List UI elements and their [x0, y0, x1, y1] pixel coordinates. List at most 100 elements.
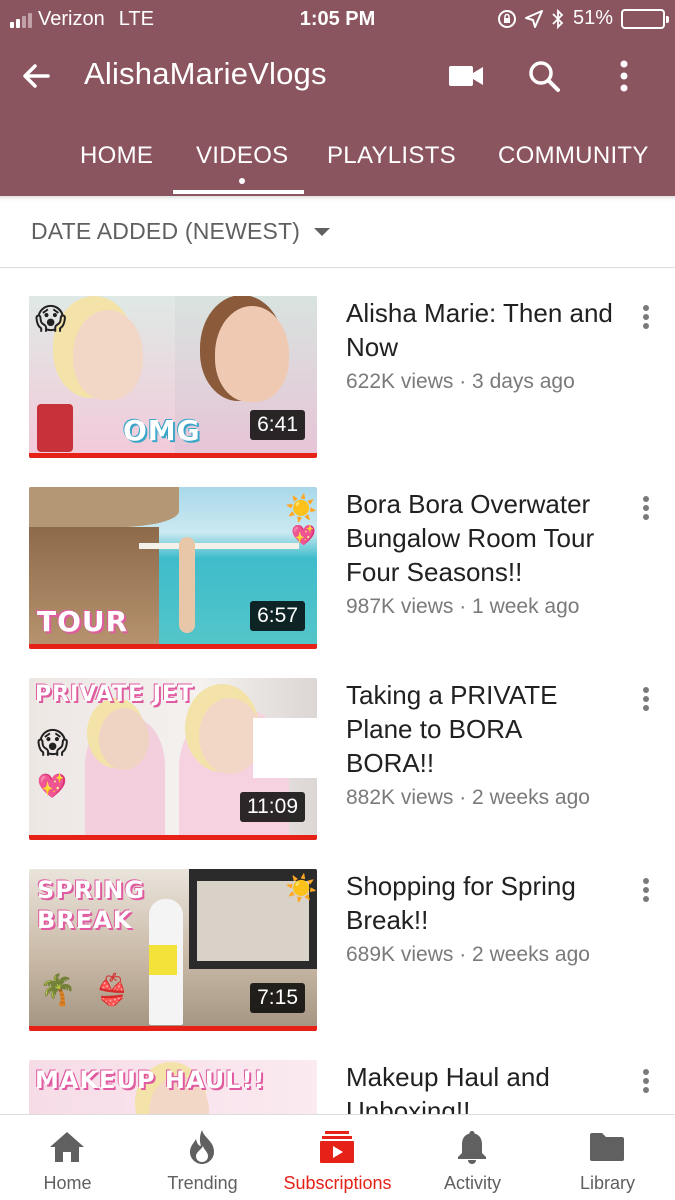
video-duration: 11:09: [240, 792, 305, 822]
status-right: 51%: [497, 7, 669, 30]
nav-home[interactable]: Home: [0, 1115, 135, 1200]
watched-progress-bar: [29, 644, 317, 649]
thumbnail-drink: [37, 404, 73, 452]
video-more-icon[interactable]: [634, 493, 658, 523]
thumbnail-railing: [139, 543, 299, 549]
tab-indicator: [173, 190, 304, 194]
sort-label: DATE ADDED (NEWEST): [31, 218, 301, 244]
sparkle-heart-emoji-icon: 💖: [291, 525, 316, 547]
rotation-lock-icon: [497, 9, 516, 28]
video-duration: 6:41: [250, 410, 305, 440]
subscriptions-icon: [317, 1129, 357, 1165]
shocked-emoji-icon: 😱: [35, 303, 67, 336]
video-item[interactable]: 😱 OMG 6:41 Alisha Marie: Then and Now 62…: [0, 268, 675, 458]
tab-community[interactable]: COMMUNITY: [498, 142, 649, 170]
watched-progress-bar: [29, 1026, 317, 1031]
watched-progress-bar: [29, 835, 317, 840]
thumbnail-thatched-roof: [29, 487, 179, 527]
nav-label: Home: [43, 1173, 92, 1193]
channel-title: AlishaMarieVlogs: [84, 56, 327, 91]
palm-tree-emoji-icon: 🌴: [39, 974, 77, 1007]
tab-playlists[interactable]: PLAYLISTS: [327, 142, 456, 170]
video-title[interactable]: Taking a PRIVATE Plane to BORA BORA!!: [346, 678, 616, 780]
search-icon[interactable]: [524, 56, 564, 96]
video-item[interactable]: ☀️ 💖 TOUR 6:57 Bora Bora Overwater Bunga…: [0, 459, 675, 649]
tab-label: HOME: [80, 142, 154, 169]
status-bar: Verizon LTE 1:05 PM 51%: [0, 0, 675, 38]
bikini-emoji-icon: 👙: [93, 974, 131, 1007]
app-bar: AlishaMarieVlogs: [0, 44, 675, 104]
video-item[interactable]: ☀️ 🌴 👙 SPRING BREAK 7:15 Shopping for Sp…: [0, 841, 675, 1031]
thumbnail-face-right: [215, 306, 289, 402]
thumbnail-overlay-text: OMG: [123, 414, 201, 447]
battery-percent: 51%: [572, 7, 613, 29]
flame-icon: [182, 1129, 222, 1165]
video-title[interactable]: Makeup Haul and Unboxing!!: [346, 1060, 616, 1114]
nav-label: Activity: [443, 1173, 501, 1193]
dropdown-caret-icon: [314, 228, 330, 236]
channel-header: Verizon LTE 1:05 PM 51% AlishaMarieVlogs: [0, 0, 675, 196]
shocked-emoji-icon: 😱: [37, 727, 69, 760]
nav-label: Trending: [167, 1173, 238, 1193]
bottom-navigation: Home Trending Subscriptions Activity Lib…: [0, 1114, 675, 1200]
video-thumbnail[interactable]: MAKEUP HAUL!!: [29, 1060, 317, 1114]
sparkle-heart-emoji-icon: 💖: [37, 773, 67, 800]
video-duration: 7:15: [250, 983, 305, 1013]
thumbnail-overlay-text: SPRING BREAK: [37, 876, 146, 934]
video-thumbnail[interactable]: ☀️ 🌴 👙 SPRING BREAK 7:15: [29, 869, 317, 1031]
thumbnail-overlay-text: MAKEUP HAUL!!: [35, 1066, 266, 1094]
video-list: 😱 OMG 6:41 Alisha Marie: Then and Now 62…: [0, 268, 675, 1114]
thumbnail-face-left: [73, 310, 143, 400]
folder-icon: [587, 1129, 627, 1165]
thumbnail-face-left: [99, 708, 149, 770]
more-vert-icon[interactable]: [604, 56, 644, 96]
video-title[interactable]: Shopping for Spring Break!!: [346, 869, 616, 937]
tab-label: COMMUNITY: [498, 142, 649, 169]
tab-label: PLAYLISTS: [327, 142, 456, 169]
sun-emoji-icon: ☀️: [285, 493, 317, 523]
sort-dropdown[interactable]: DATE ADDED (NEWEST): [0, 196, 675, 268]
thumbnail-person: [179, 537, 195, 633]
video-duration: 6:57: [250, 601, 305, 631]
video-item[interactable]: 😱 💖 PRIVATE JET 11:09 Taking a PRIVATE P…: [0, 650, 675, 840]
video-title[interactable]: Bora Bora Overwater Bungalow Room Tour F…: [346, 487, 616, 589]
video-thumbnail[interactable]: ☀️ 💖 TOUR 6:57: [29, 487, 317, 649]
video-meta: 622K views · 3 days ago: [346, 370, 575, 393]
nav-subscriptions[interactable]: Subscriptions: [270, 1115, 405, 1200]
channel-tabs: HOME VIDEOS PLAYLISTS COMMUNITY: [0, 128, 675, 196]
nav-trending[interactable]: Trending: [135, 1115, 270, 1200]
location-icon: [524, 9, 543, 28]
video-meta: 987K views · 1 week ago: [346, 595, 580, 618]
thumbnail-sign: [253, 718, 317, 778]
nav-label: Library: [579, 1173, 636, 1193]
thumbnail-overlay-text: TOUR: [37, 605, 129, 638]
video-camera-icon[interactable]: [446, 56, 486, 96]
video-more-icon[interactable]: [634, 302, 658, 332]
nav-label: Subscriptions: [283, 1173, 392, 1193]
video-more-icon[interactable]: [634, 684, 658, 714]
active-tab-dot: [239, 178, 246, 184]
battery-icon: [621, 8, 669, 29]
sun-emoji-icon: ☀️: [285, 873, 317, 903]
back-arrow-icon[interactable]: [18, 58, 54, 94]
video-more-icon[interactable]: [634, 875, 658, 905]
thumbnail-face-right: [199, 698, 261, 774]
tab-home[interactable]: HOME: [80, 142, 153, 170]
video-thumbnail[interactable]: 😱 OMG 6:41: [29, 296, 317, 458]
video-title[interactable]: Alisha Marie: Then and Now: [346, 296, 616, 364]
video-thumbnail[interactable]: 😱 💖 PRIVATE JET 11:09: [29, 678, 317, 840]
home-icon: [47, 1129, 87, 1165]
video-item[interactable]: MAKEUP HAUL!! Makeup Haul and Unboxing!!: [0, 1032, 675, 1114]
tab-label: VIDEOS: [196, 142, 289, 169]
video-more-icon[interactable]: [634, 1066, 658, 1096]
nav-activity[interactable]: Activity: [405, 1115, 540, 1200]
nav-library[interactable]: Library: [540, 1115, 675, 1200]
thumbnail-shopping-bag: [149, 945, 177, 975]
bluetooth-icon: [552, 8, 564, 29]
thumbnail-overlay-text: PRIVATE JET: [35, 682, 195, 707]
video-meta: 882K views · 2 weeks ago: [346, 786, 590, 809]
tab-videos[interactable]: VIDEOS: [196, 142, 289, 184]
watched-progress-bar: [29, 453, 317, 458]
bell-icon: [452, 1129, 492, 1165]
video-meta: 689K views · 2 weeks ago: [346, 943, 590, 966]
